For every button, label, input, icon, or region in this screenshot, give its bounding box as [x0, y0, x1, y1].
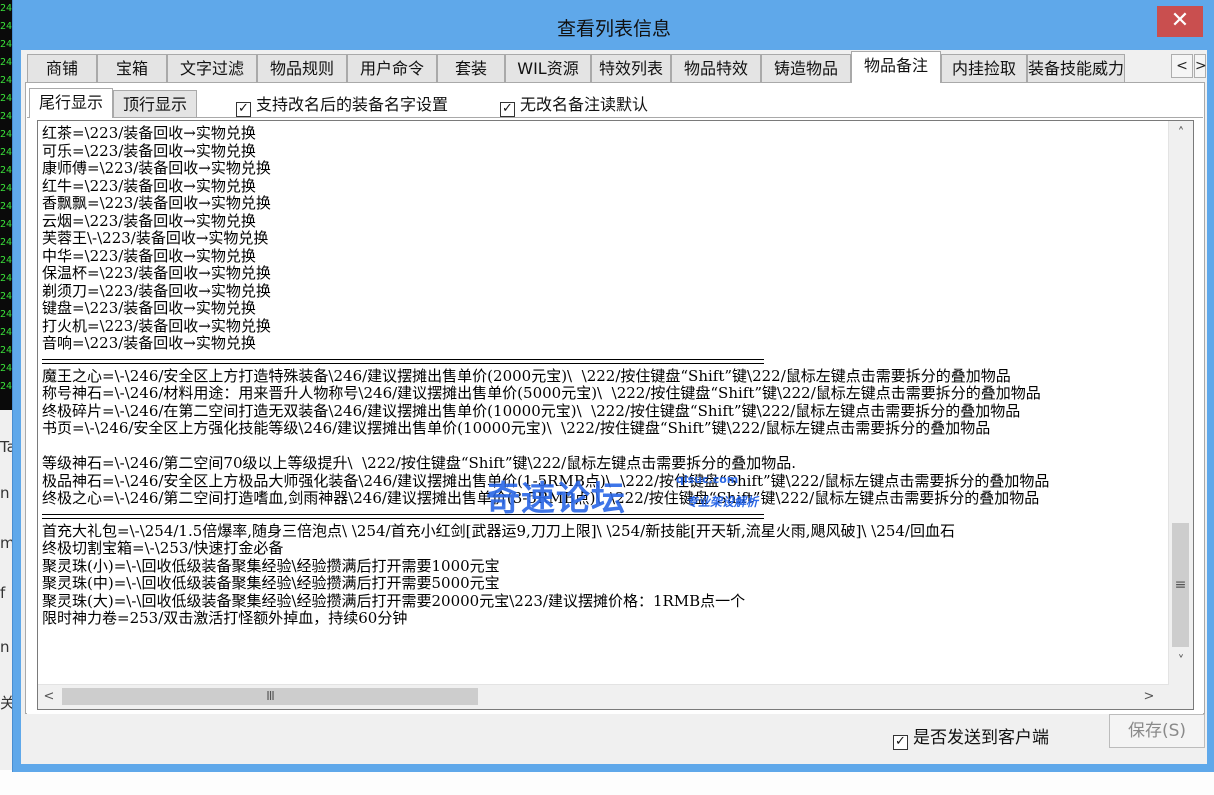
notes-line: [42, 438, 1164, 456]
notes-line: 中华=\223/装备回收→实物兑换: [42, 246, 256, 265]
notes-line: 打火机=\223/装备回收→实物兑换: [42, 316, 271, 335]
notes-line: 香飘飘=\223/装备回收→实物兑换: [42, 194, 271, 212]
notes-line: 音响=\223/装备回收→实物兑换: [42, 334, 256, 352]
scroll-left-icon[interactable]: <: [38, 685, 60, 709]
tab-10[interactable]: 物品备注: [851, 51, 941, 83]
title-bar[interactable]: 查看列表信息 ✕: [13, 0, 1214, 50]
tab-12[interactable]: 装备技能威力: [1027, 54, 1125, 82]
horizontal-scrollbar[interactable]: < III >: [38, 684, 1169, 709]
notes-line: 魔王之心=\-\246/安全区上方打造特殊装备\246/建议摆摊出售单价(200…: [42, 366, 1011, 385]
tab-8[interactable]: 物品特效: [671, 54, 761, 82]
notes-line: 聚灵珠(中)=\-\回收低级装备聚集经验\经验攒满后打开需要5000元宝: [42, 574, 500, 592]
dialog-client: 商铺 宝箱 文字过滤 物品规则 用户命令 套装 WIL资源 特效列表 物品特效 铸造物品 物品备注内…: [21, 50, 1207, 764]
tab-0[interactable]: 商铺: [27, 54, 97, 82]
checkbox-check-icon: ✓: [893, 735, 908, 750]
watermark-logo: 奇速论坛 qisuc.com 专业架设解析: [486, 471, 758, 520]
vertical-scroll-thumb[interactable]: ≡: [1172, 523, 1189, 647]
tab-11[interactable]: 内挂捡取: [941, 54, 1027, 82]
notes-line: 限时神力卷=253/双击激活打怪额外掉血，持续60分钟: [42, 609, 408, 627]
tab-2[interactable]: 文字过滤: [167, 54, 257, 82]
notes-line: 键盘=\223/装备回收→实物兑换: [42, 299, 256, 317]
tab-panel-item-notes: 尾行显示 顶行显示 ✓ 支持改名后的装备名字设置 ✓ 无改名备注读默认 红茶=\22…: [25, 82, 1205, 714]
tab-scroll-left-button[interactable]: <: [1171, 54, 1193, 78]
notes-line: 保温杯=\223/装备回收→实物兑换: [42, 264, 271, 282]
scroll-right-icon[interactable]: >: [1138, 685, 1160, 709]
tab-4[interactable]: 用户命令: [347, 54, 437, 82]
rename-support-checkbox[interactable]: ✓ 支持改名后的装备名字设置: [236, 91, 449, 117]
tab-5[interactable]: 套装: [437, 54, 505, 82]
scrollbar-corner: [1169, 685, 1193, 709]
notes-line: 聚灵珠(大)=\-\回收低级装备聚集经验\经验攒满后打开需要20000元宝\22…: [42, 591, 746, 610]
notes-line: 等级神石=\-\246/第二空间70级以上等级提升\ \222/按住键盘“Shi…: [42, 454, 797, 472]
notes-text[interactable]: 红茶=\223/装备回收→实物兑换 可乐=\223/装备回收→实物兑换 康师傅=\2…: [42, 125, 1164, 675]
send-to-client-checkbox[interactable]: ✓ 是否发送到客户端: [893, 723, 1049, 750]
vertical-scrollbar[interactable]: ˄ ≡ ˅: [1168, 121, 1193, 685]
rename-support-label: 支持改名后的装备名字设置: [256, 95, 449, 114]
notes-line: 终极切割宝箱=\-\253/快速打金必备: [42, 539, 284, 557]
tab-3[interactable]: 物品规则: [257, 54, 347, 82]
default-read-label: 无改名备注读默认: [520, 95, 649, 114]
subtab-head-display[interactable]: 顶行显示: [113, 90, 197, 117]
tab-scroll-right-button[interactable]: >: [1194, 54, 1207, 78]
close-button[interactable]: ✕: [1157, 6, 1203, 37]
notes-line: 称号神石=\-\246/材料用途：用来晋升人物称号\246/建议摆摊出售单价(5…: [42, 384, 1041, 402]
subtab-tail-display[interactable]: 尾行显示: [29, 88, 113, 118]
tab-1[interactable]: 宝箱: [97, 54, 167, 82]
tab-9[interactable]: 铸造物品: [761, 54, 851, 82]
notes-line: 红牛=\223/装备回收→实物兑换: [42, 176, 256, 195]
tab-6[interactable]: WIL资源: [505, 54, 591, 82]
notes-line: 剃须刀=\223/装备回收→实物兑换: [42, 281, 271, 300]
scroll-down-icon[interactable]: ˅: [1169, 651, 1193, 673]
notes-line: 终极碎片=\-\246/在第二空间打造无双装备\246/建议摆摊出售单价(100…: [42, 401, 1021, 420]
checkbox-check-icon: ✓: [236, 102, 251, 117]
watermark-subtitle: 专业架设解析: [686, 495, 759, 509]
notes-line: 书页=\-\246/安全区上方强化技能等级\246/建议摆摊出售单价(10000…: [42, 419, 991, 437]
notes-line: 红茶=\223/装备回收→实物兑换: [42, 125, 256, 142]
watermark-url: qisuc.com: [676, 473, 739, 486]
notes-line: 首充大礼包=\-\254/1.5倍爆率,随身三倍泡点\ \254/首充小红剑[武…: [42, 521, 955, 540]
separator-line: [42, 353, 1164, 368]
dialog-window: 查看列表信息 ✕ 商铺 宝箱 文字过滤 物品规则 用户命令 套装 WIL资源 特效列表 物品特效…: [12, 0, 1214, 772]
watermark-title: 奇速论坛: [486, 479, 626, 519]
subtab-panel: 红茶=\223/装备回收→实物兑换 可乐=\223/装备回收→实物兑换 康师傅=\2…: [27, 117, 1203, 714]
notes-line: 康师傅=\223/装备回收→实物兑换: [42, 159, 271, 177]
window-title: 查看列表信息: [556, 18, 671, 40]
send-to-client-label: 是否发送到客户端: [913, 728, 1049, 748]
notes-line: 芙蓉王\-\223/装备回收→实物兑换: [42, 229, 269, 247]
notes-line: 聚灵珠(小)=\-\回收低级装备聚集经验\经验攒满后打开需要1000元宝: [42, 556, 500, 575]
notes-line: 云烟=\223/装备回收→实物兑换: [42, 211, 256, 230]
scroll-up-icon[interactable]: ˄: [1169, 123, 1193, 145]
tab-7[interactable]: 特效列表: [591, 54, 671, 82]
notes-line: 可乐=\223/装备回收→实物兑换: [42, 141, 256, 160]
default-read-checkbox[interactable]: ✓ 无改名备注读默认: [500, 91, 649, 117]
checkbox-check-icon: ✓: [500, 102, 515, 117]
horizontal-scroll-thumb[interactable]: III: [62, 688, 478, 705]
notes-editor[interactable]: 红茶=\223/装备回收→实物兑换 可乐=\223/装备回收→实物兑换 康师傅=\2…: [37, 120, 1194, 710]
save-button[interactable]: 保存(S): [1109, 714, 1205, 748]
background-strip: [0, 770, 1214, 795]
